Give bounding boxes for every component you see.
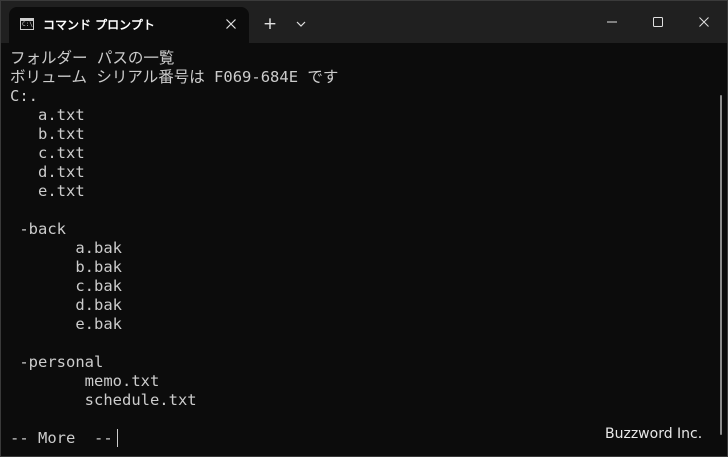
terminal-output[interactable]: フォルダー パスの一覧 ボリューム シリアル番号は F069-684E です C… [1,43,727,456]
output-line: b.txt [10,125,85,143]
close-icon [226,19,236,29]
maximize-button[interactable] [635,1,681,43]
tab-icon-label: C:\ [22,21,33,28]
output-line: a.bak [10,239,122,257]
terminal-icon: C:\ [20,18,34,30]
output-line: d.bak [10,296,122,314]
tab-title: コマンド プロンプト [43,18,155,32]
more-prompt: -- More -- [10,429,122,447]
terminal-window: C:\ コマンド プロンプト + フォルダー パスの一覧 ボリューム シリアル番… [0,0,728,457]
tab-dropdown-button[interactable] [291,13,311,35]
maximize-icon [653,17,663,27]
watermark: Buzzword Inc. [605,426,703,442]
text-cursor [117,429,118,447]
output-line: ボリューム シリアル番号は F069-684E です [10,68,339,86]
scrollbar[interactable] [720,95,722,435]
close-tab-button[interactable] [221,14,241,34]
output-line: C:. [10,87,38,105]
output-line: b.bak [10,258,122,276]
chevron-down-icon [296,21,306,27]
close-icon [699,17,709,27]
output-line: d.txt [10,163,85,181]
output-line: a.txt [10,106,85,124]
output-line: c.bak [10,277,122,295]
minimize-icon [607,21,617,23]
tab-command-prompt[interactable]: C:\ コマンド プロンプト [9,7,249,43]
new-tab-button[interactable]: + [259,13,281,35]
output-line: memo.txt [10,372,160,390]
close-window-button[interactable] [681,1,727,43]
output-line: -back [10,220,66,238]
output-line: e.bak [10,315,122,333]
output-line: e.txt [10,182,85,200]
title-bar[interactable]: C:\ コマンド プロンプト + [1,1,727,43]
output-line: schedule.txt [10,391,197,409]
output-line: c.txt [10,144,85,162]
minimize-button[interactable] [589,1,635,43]
output-line: フォルダー パスの一覧 [10,49,175,67]
output-line: -personal [10,353,104,371]
